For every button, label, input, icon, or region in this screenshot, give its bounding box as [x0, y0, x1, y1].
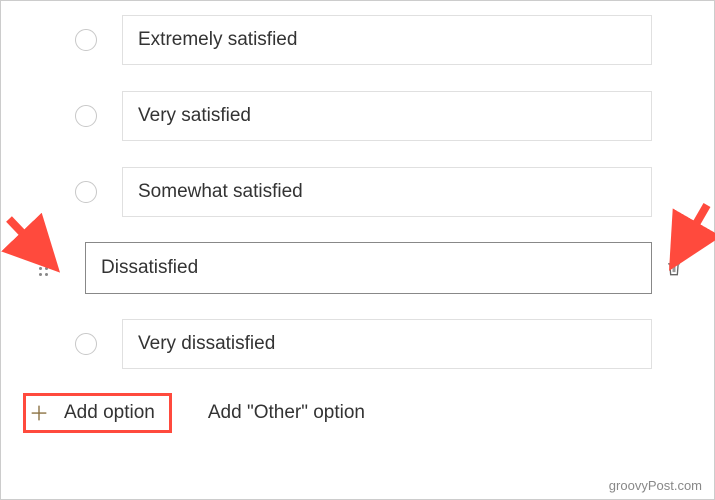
add-other-label: Add "Other" option — [208, 402, 365, 423]
trash-icon[interactable] — [664, 256, 684, 280]
radio-icon — [75, 333, 97, 355]
option-row[interactable]: Very satisfied — [1, 85, 714, 147]
option-label: Very satisfied — [138, 105, 251, 127]
option-label: Somewhat satisfied — [138, 181, 303, 203]
watermark-text: groovyPost.com — [609, 478, 702, 493]
option-row[interactable]: Very dissatisfied — [1, 313, 714, 375]
option-input[interactable]: Very satisfied — [122, 91, 652, 141]
option-input[interactable]: Dissatisfied — [85, 242, 652, 294]
option-row-selected[interactable]: Dissatisfied — [1, 237, 714, 299]
radio-icon — [75, 181, 97, 203]
option-row[interactable]: Extremely satisfied — [1, 9, 714, 71]
drag-handle-icon[interactable] — [31, 261, 55, 276]
action-buttons: Add option Add "Other" option — [1, 393, 714, 433]
radio-icon — [75, 105, 97, 127]
option-input[interactable]: Somewhat satisfied — [122, 167, 652, 217]
add-other-button[interactable]: Add "Other" option — [208, 396, 365, 430]
option-input[interactable]: Very dissatisfied — [122, 319, 652, 369]
option-input[interactable]: Extremely satisfied — [122, 15, 652, 65]
radio-icon — [75, 29, 97, 51]
option-label: Extremely satisfied — [138, 29, 297, 51]
option-label: Very dissatisfied — [138, 333, 275, 355]
option-label: Dissatisfied — [101, 257, 198, 279]
plus-icon — [28, 402, 50, 424]
options-list: Extremely satisfied Very satisfied Somew… — [1, 1, 714, 375]
add-option-button[interactable]: Add option — [23, 393, 172, 433]
option-row[interactable]: Somewhat satisfied — [1, 161, 714, 223]
add-option-label: Add option — [64, 402, 155, 424]
